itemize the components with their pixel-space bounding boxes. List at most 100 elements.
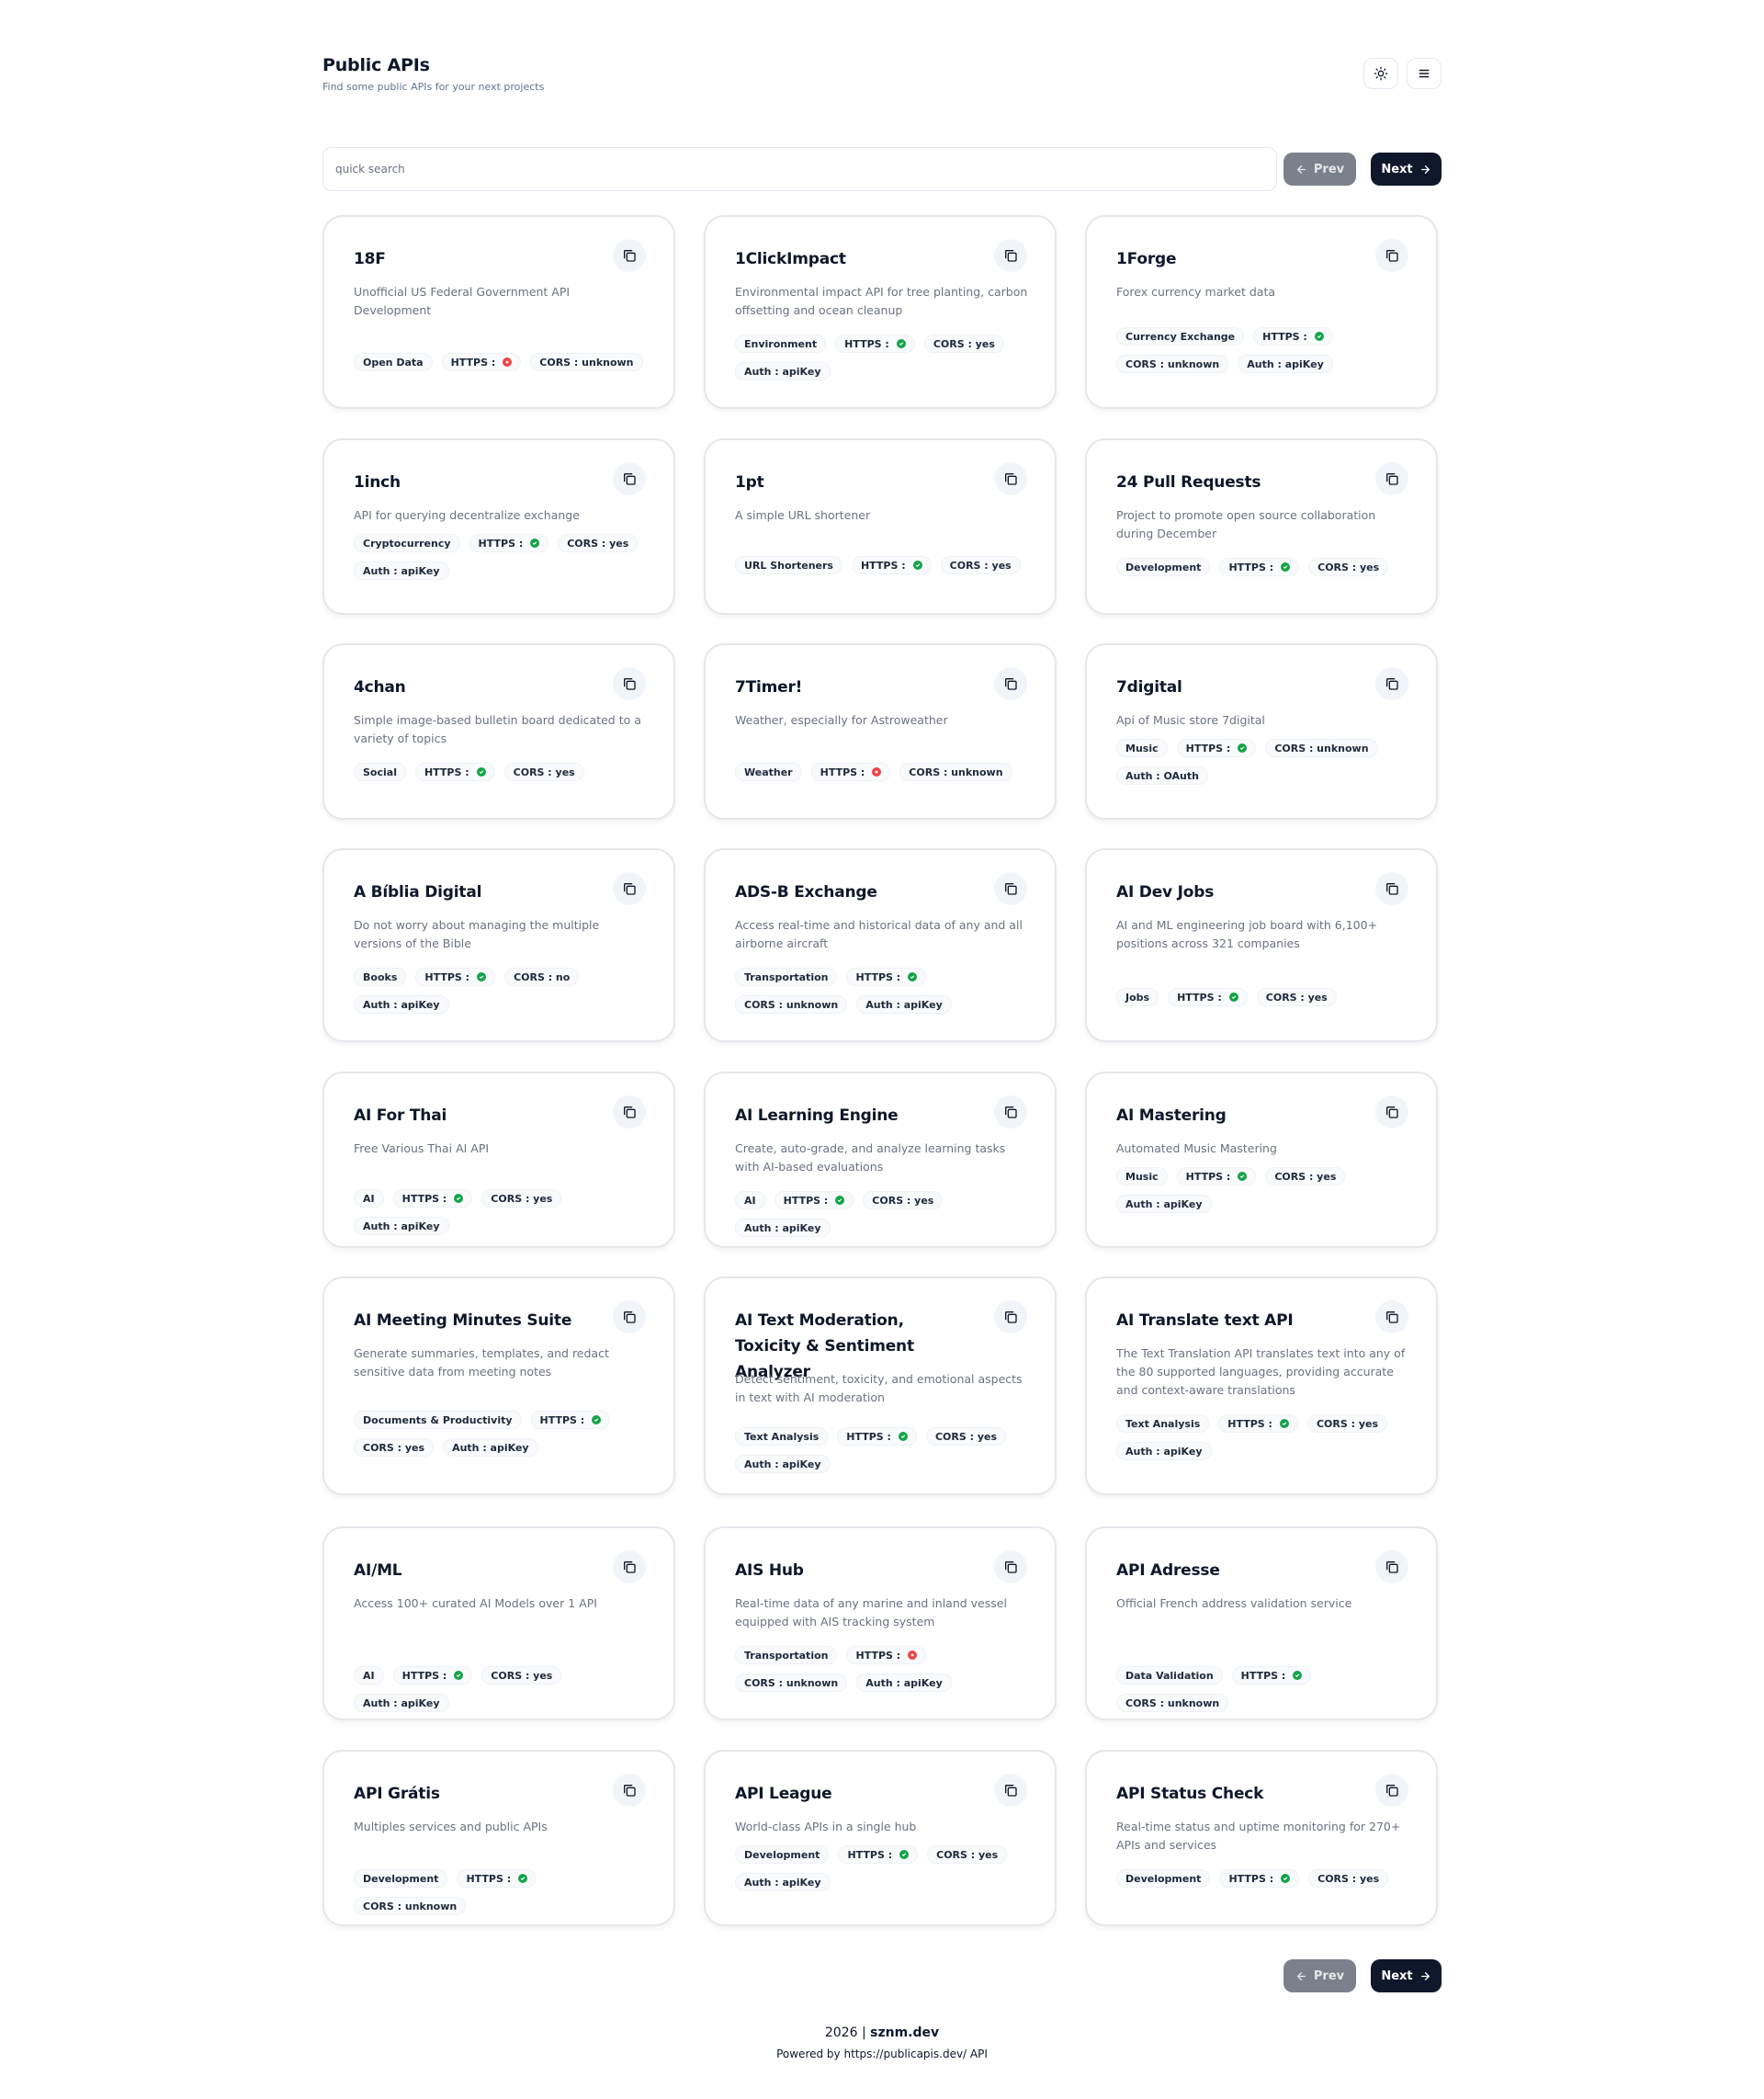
copy-button[interactable] bbox=[1375, 1095, 1408, 1129]
copy-button[interactable] bbox=[1375, 462, 1408, 495]
api-card[interactable]: 24 Pull Requests Project to promote open … bbox=[1085, 438, 1438, 615]
https-tag: HTTPS : bbox=[1176, 1167, 1257, 1186]
prev-label: Prev bbox=[1313, 162, 1345, 176]
category-tag: Social bbox=[354, 763, 406, 781]
copy-icon bbox=[1005, 250, 1017, 262]
check-circle-icon bbox=[1238, 743, 1248, 753]
api-card[interactable]: API Status Check Real-time status and upt… bbox=[1085, 1750, 1438, 1926]
api-card[interactable]: AI Dev Jobs AI and ML engineering job boa… bbox=[1085, 848, 1438, 1042]
copy-button[interactable] bbox=[613, 872, 646, 905]
auth-tag: Auth : apiKey bbox=[354, 995, 449, 1014]
copy-button[interactable] bbox=[1375, 239, 1408, 272]
cors-tag: CORS : yes bbox=[1306, 1414, 1388, 1433]
cors-tag: CORS : yes bbox=[925, 1427, 1007, 1446]
prev-button[interactable]: Prev bbox=[1283, 153, 1356, 186]
check-circle-icon bbox=[899, 1850, 910, 1859]
api-card[interactable]: AI Learning Engine Create, auto-grade, an… bbox=[704, 1072, 1057, 1248]
api-description: Automated Music Mastering bbox=[1116, 1141, 1277, 1155]
https-label: HTTPS : bbox=[1228, 561, 1274, 573]
copy-button[interactable] bbox=[1375, 1550, 1408, 1583]
api-card[interactable]: API League World-class APIs in a single h… bbox=[704, 1750, 1057, 1926]
copy-button[interactable] bbox=[613, 239, 646, 272]
category-tag: Transportation bbox=[735, 968, 838, 986]
copy-button[interactable] bbox=[994, 239, 1027, 272]
copy-button[interactable] bbox=[994, 667, 1027, 700]
copy-button[interactable] bbox=[994, 1300, 1027, 1333]
api-tags: Music HTTPS : CORS : unknown Auth : OAuth bbox=[1116, 739, 1419, 785]
api-tags: AI HTTPS : CORS : yes Auth : apiKey bbox=[354, 1189, 657, 1235]
copy-button[interactable] bbox=[613, 667, 646, 700]
copy-button[interactable] bbox=[994, 1550, 1027, 1583]
api-card[interactable]: 1inch API for querying decentralize excha… bbox=[322, 438, 675, 615]
api-card[interactable]: 1ClickImpact Environmental impact API for… bbox=[704, 215, 1057, 409]
copy-button[interactable] bbox=[613, 1095, 646, 1129]
api-description: Do not worry about managing the multiple… bbox=[354, 918, 600, 950]
api-card[interactable]: AIS Hub Real-time data of any marine and … bbox=[704, 1526, 1057, 1720]
https-label: HTTPS : bbox=[847, 1848, 893, 1861]
copy-button[interactable] bbox=[994, 462, 1027, 495]
https-label: HTTPS : bbox=[424, 970, 470, 983]
menu-icon bbox=[1419, 69, 1430, 78]
https-tag: HTTPS : bbox=[392, 1189, 473, 1208]
arrow-left-icon bbox=[1296, 165, 1306, 174]
copy-button[interactable] bbox=[994, 872, 1027, 905]
prev-button-bottom[interactable]: Prev bbox=[1283, 1959, 1356, 1992]
theme-toggle-button[interactable] bbox=[1363, 58, 1398, 89]
api-card[interactable]: AI For Thai Free Various Thai AI API AI HTT… bbox=[322, 1072, 675, 1248]
menu-button[interactable] bbox=[1407, 58, 1442, 89]
api-card[interactable]: AI Text Moderation, Toxicity & Sentiment… bbox=[704, 1276, 1057, 1495]
search-input[interactable] bbox=[322, 147, 1277, 191]
api-card[interactable]: AI Meeting Minutes Suite Generate summari… bbox=[322, 1276, 675, 1495]
https-label: HTTPS : bbox=[783, 1194, 829, 1207]
footer-powered-by[interactable]: Powered by https://publicapis.dev/ API bbox=[322, 2048, 1442, 2060]
api-card[interactable]: API Adresse Official French address valid… bbox=[1085, 1526, 1438, 1720]
api-card[interactable]: 4chan Simple image-based bulletin board d… bbox=[322, 643, 675, 820]
arrow-right-icon bbox=[1420, 1971, 1430, 1980]
api-card[interactable]: AI Mastering Automated Music Mastering Mus… bbox=[1085, 1072, 1438, 1248]
api-name: 7digital bbox=[1116, 678, 1182, 697]
https-label: HTTPS : bbox=[1228, 1872, 1274, 1885]
api-card[interactable]: 7digital Api of Music store 7digital Music… bbox=[1085, 643, 1438, 820]
api-card[interactable]: 7Timer! Weather, especially for Astroweat… bbox=[704, 643, 1057, 820]
api-card[interactable]: AI Translate text API The Text Translatio… bbox=[1085, 1276, 1438, 1495]
api-card[interactable]: AI/ML Access 100+ curated AI Models over … bbox=[322, 1526, 675, 1720]
category-tag: Text Analysis bbox=[1116, 1414, 1210, 1433]
copy-icon bbox=[624, 1785, 636, 1797]
next-button[interactable]: Next bbox=[1371, 153, 1442, 186]
api-card[interactable]: ADS-B Exchange Access real-time and histo… bbox=[704, 848, 1057, 1042]
api-description: Environmental impact API for tree planti… bbox=[735, 285, 1028, 317]
api-card[interactable]: 1pt A simple URL shortener URL Shorteners H… bbox=[704, 438, 1057, 615]
copy-button[interactable] bbox=[1375, 667, 1408, 700]
cors-tag: CORS : yes bbox=[558, 534, 639, 552]
copy-button[interactable] bbox=[613, 462, 646, 495]
api-card[interactable]: 18F Unofficial US Federal Government API … bbox=[322, 215, 675, 409]
copy-button[interactable] bbox=[613, 1300, 646, 1333]
api-card[interactable]: 1Forge Forex currency market data Currency… bbox=[1085, 215, 1438, 409]
copy-button[interactable] bbox=[994, 1774, 1027, 1807]
copy-button[interactable] bbox=[613, 1774, 646, 1807]
copy-icon bbox=[1005, 678, 1017, 690]
check-circle-icon bbox=[912, 561, 922, 570]
api-tags: Development HTTPS : CORS : unknown bbox=[354, 1869, 657, 1915]
copy-button[interactable] bbox=[613, 1550, 646, 1583]
https-label: HTTPS : bbox=[401, 1192, 447, 1205]
api-name: 4chan bbox=[354, 678, 406, 697]
copy-button[interactable] bbox=[994, 1095, 1027, 1129]
api-card[interactable]: API Grátis Multiples services and public … bbox=[322, 1750, 675, 1926]
next-button-bottom[interactable]: Next bbox=[1371, 1959, 1442, 1992]
copy-button[interactable] bbox=[1375, 1300, 1408, 1333]
https-tag: HTTPS : bbox=[1231, 1666, 1312, 1685]
check-circle-icon bbox=[908, 972, 918, 981]
api-tags: Social HTTPS : CORS : yes bbox=[354, 763, 657, 781]
copy-button[interactable] bbox=[1375, 1774, 1408, 1807]
api-name: 7Timer! bbox=[735, 678, 803, 697]
category-tag: Books bbox=[354, 968, 407, 986]
api-description: Forex currency market data bbox=[1116, 285, 1276, 299]
api-tags: Cryptocurrency HTTPS : CORS : yes Auth : ap… bbox=[354, 534, 657, 580]
next-label: Next bbox=[1381, 162, 1413, 176]
footer-site-link[interactable]: sznm.dev bbox=[870, 2025, 939, 2040]
copy-button[interactable] bbox=[1375, 872, 1408, 905]
https-tag: HTTPS : bbox=[1253, 327, 1333, 346]
api-card[interactable]: A Bíblia Digital Do not worry about manag… bbox=[322, 848, 675, 1042]
https-tag: HTTPS : bbox=[846, 968, 927, 986]
